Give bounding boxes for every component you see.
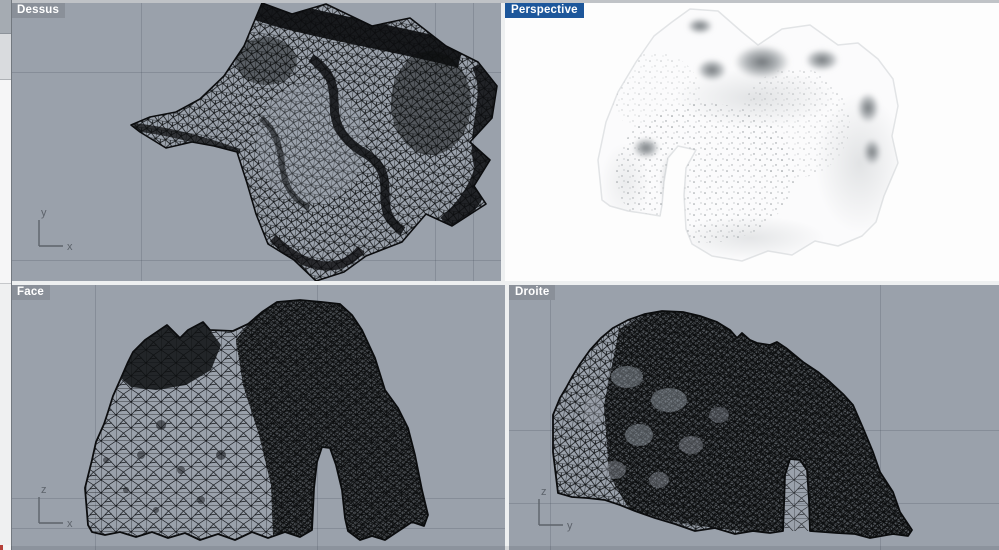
cplane-axis-icon: z y bbox=[538, 486, 573, 532]
viewport-label-perspective[interactable]: Perspective bbox=[505, 3, 584, 18]
viewport-splitter-vertical-top[interactable] bbox=[501, 3, 505, 281]
window-top-edge bbox=[0, 0, 999, 3]
viewport-droite[interactable]: z y Droite bbox=[509, 285, 999, 550]
mesh-shading bbox=[584, 311, 912, 538]
axis-letter-vertical: z bbox=[541, 486, 547, 498]
left-panel-edge-segment bbox=[0, 0, 11, 34]
mesh-wireframe-front-view[interactable] bbox=[11, 285, 505, 550]
left-panel-edge-segment bbox=[0, 34, 11, 80]
left-panel-edge-segment bbox=[0, 284, 11, 545]
mesh-wireframe-right-view[interactable] bbox=[509, 285, 999, 550]
cplane-axis-icon: z x bbox=[38, 484, 73, 530]
viewport-label-dessus[interactable]: Dessus bbox=[11, 3, 66, 18]
viewport-perspective[interactable]: Perspective bbox=[505, 3, 999, 281]
viewport-dessus[interactable]: y x Dessus bbox=[11, 3, 501, 281]
axis-letter-vertical: y bbox=[41, 207, 47, 219]
axis-letter-vertical: z bbox=[41, 484, 47, 496]
mesh-shaded-perspective[interactable] bbox=[505, 3, 999, 281]
axis-letter-horizontal: y bbox=[567, 520, 573, 532]
viewport-label-droite[interactable]: Droite bbox=[509, 285, 556, 300]
layer-color-swatch bbox=[0, 545, 3, 550]
axis-letter-horizontal: x bbox=[67, 241, 73, 253]
left-panel-edge bbox=[0, 0, 12, 550]
viewport-face[interactable]: z x Face bbox=[11, 285, 505, 550]
viewport-splitter-vertical-bottom[interactable] bbox=[505, 285, 509, 550]
cplane-axis-icon: y x bbox=[38, 207, 73, 253]
rhino-four-viewport-workspace: y x Dessus Perspective z x Face z y Droi… bbox=[0, 0, 999, 550]
left-panel-edge-segment bbox=[0, 80, 11, 284]
viewport-label-face[interactable]: Face bbox=[11, 285, 51, 300]
window-bottom-edge bbox=[11, 546, 999, 550]
axis-letter-horizontal: x bbox=[67, 518, 73, 530]
mesh-wireframe-top-view[interactable] bbox=[11, 3, 501, 281]
